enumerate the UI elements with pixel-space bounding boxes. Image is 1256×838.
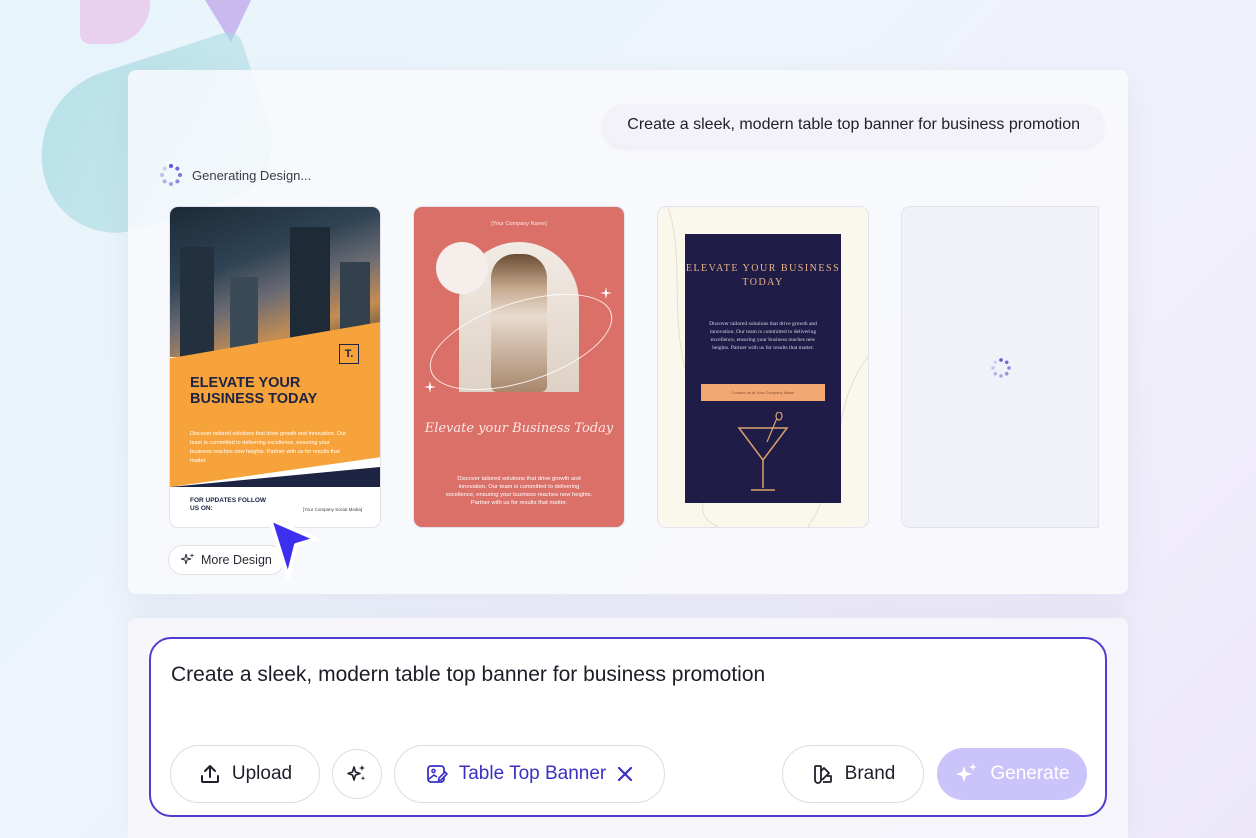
card-company-name: [Your Company Name]	[491, 221, 547, 227]
design-card[interactable]: [Your Company Name] Elevate your Busines…	[414, 207, 624, 527]
upload-icon	[200, 765, 219, 783]
generate-label: Generate	[990, 763, 1070, 784]
decor-circle	[436, 242, 488, 294]
sparkles-icon	[956, 763, 978, 782]
generate-button[interactable]: Generate	[937, 748, 1087, 800]
magic-prompt-button[interactable]	[332, 749, 382, 799]
brand-label: Brand	[844, 763, 896, 784]
card-headline: ELEVATE YOUR BUSINESS TODAY	[685, 263, 841, 288]
card-headline: Elevate your Business Today	[424, 421, 614, 436]
pointer-cursor-icon	[268, 517, 318, 579]
upload-label: Upload	[231, 763, 293, 784]
design-card[interactable]: ELEVATE YOUR BUSINESS TODAY Discover tai…	[658, 207, 868, 527]
design-card-loading	[902, 207, 1098, 527]
sparkles-icon	[181, 553, 195, 565]
card-headline: ELEVATE YOUR BUSINESS TODAY	[190, 375, 318, 407]
design-results: T. ELEVATE YOUR BUSINESS TODAY Discover …	[170, 207, 1100, 527]
card-body-text: Discover tailored solutions that drive g…	[709, 321, 817, 351]
brand-kit-icon	[813, 765, 832, 784]
image-edit-icon	[426, 765, 448, 783]
sparkles-icon	[347, 765, 366, 781]
card-body-text: Discover tailored solutions that drive g…	[445, 476, 593, 506]
card-follow-text: FOR UPDATES FOLLOW US ON:	[190, 497, 267, 512]
decor-shape	[80, 0, 150, 44]
generating-status: Generating Design...	[160, 164, 311, 186]
design-card[interactable]: T. ELEVATE YOUR BUSINESS TODAY Discover …	[170, 207, 380, 527]
sparkle-icon	[600, 287, 612, 299]
design-type-label: Table Top Banner	[458, 763, 607, 784]
cocktail-glass-icon	[737, 412, 789, 491]
brand-button[interactable]: Brand	[782, 745, 924, 803]
close-icon[interactable]	[616, 765, 634, 783]
brand-logo: T.	[339, 344, 359, 364]
more-designs-label: More Design	[201, 553, 272, 567]
generating-status-text: Generating Design...	[192, 167, 312, 183]
sparkle-icon	[424, 381, 436, 393]
upload-button[interactable]: Upload	[170, 745, 320, 803]
user-prompt-bubble: Create a sleek, modern table top banner …	[603, 104, 1104, 146]
loading-spinner-icon	[991, 358, 1011, 378]
card-inner-panel: ELEVATE YOUR BUSINESS TODAY Discover tai…	[685, 234, 841, 503]
card-cta: Contact us at Your Company Name	[701, 384, 825, 401]
design-type-chip[interactable]: Table Top Banner	[394, 745, 665, 803]
prompt-input[interactable]: Create a sleek, modern table top banner …	[171, 663, 765, 687]
card-body-text: Discover tailored solutions that drive g…	[190, 431, 346, 464]
card-social-text: [Your Company Social Media]	[303, 507, 363, 512]
composer-panel: Create a sleek, modern table top banner …	[128, 618, 1128, 838]
loading-spinner-icon	[160, 164, 182, 186]
prompt-composer[interactable]: Create a sleek, modern table top banner …	[149, 637, 1107, 817]
